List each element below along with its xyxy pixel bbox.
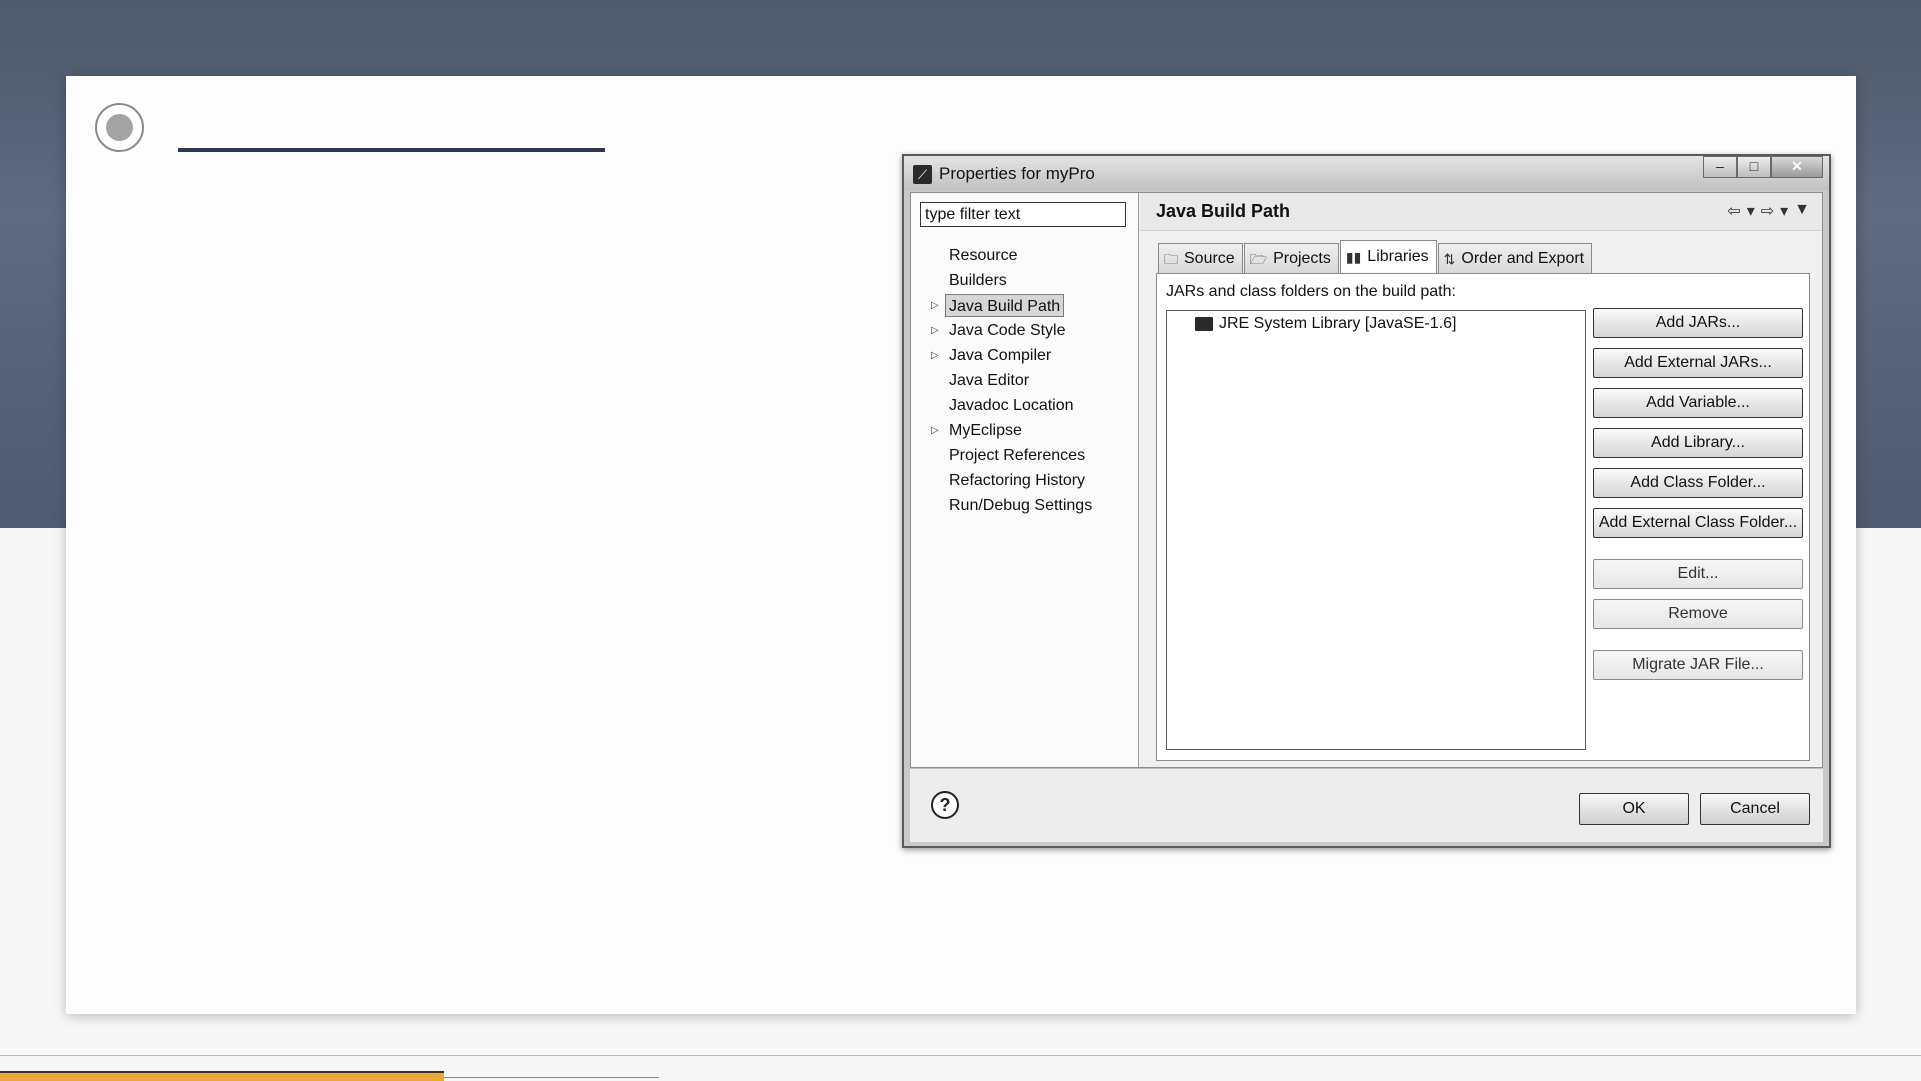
footer-accent-bar xyxy=(0,1071,444,1081)
add-library-button[interactable]: Add Library... xyxy=(1593,428,1803,458)
tab-source-label: Source xyxy=(1184,249,1235,267)
footer-thin-line xyxy=(444,1077,659,1078)
tree-item-resource[interactable]: Resource xyxy=(949,244,1017,267)
page-header: Java Build Path ⇦ ▾ ⇨ ▾ ▼ xyxy=(1140,193,1822,231)
view-menu-icon[interactable]: ▼ xyxy=(1794,201,1810,221)
list-item[interactable]: JRE System Library [JavaSE-1.6] xyxy=(1195,315,1456,333)
back-dropdown-icon[interactable]: ▾ xyxy=(1747,201,1755,221)
bullet-circle-icon xyxy=(95,103,144,152)
build-path-tabs: 🗀 Source 🗁 Projects ▮▮ Libraries ⇅ Order… xyxy=(1158,240,1593,273)
filter-input[interactable] xyxy=(920,202,1126,227)
libraries-list[interactable]: JRE System Library [JavaSE-1.6] xyxy=(1166,310,1586,750)
tab-libraries-label: Libraries xyxy=(1367,248,1429,265)
maximize-button[interactable]: □ xyxy=(1737,156,1771,178)
tree-item-project-references[interactable]: Project References xyxy=(949,444,1085,467)
title-underline xyxy=(178,148,605,152)
tree-item-java-editor[interactable]: Java Editor xyxy=(949,369,1029,392)
library-label: JRE System Library [JavaSE-1.6] xyxy=(1219,315,1457,332)
forward-dropdown-icon[interactable]: ▾ xyxy=(1780,201,1788,221)
add-class-folder-button[interactable]: Add Class Folder... xyxy=(1593,468,1803,498)
dialog-content: ▷ ▷ ▷ ▷ Resource Builders Java Build Pat… xyxy=(910,192,1823,768)
cancel-button[interactable]: Cancel xyxy=(1700,793,1810,825)
tree-item-refactoring-history[interactable]: Refactoring History xyxy=(949,469,1085,492)
migrate-jar-button[interactable]: Migrate JAR File... xyxy=(1593,650,1803,680)
expand-java-compiler-icon[interactable]: ▷ xyxy=(931,319,943,342)
page-navigation: ⇦ ▾ ⇨ ▾ ▼ xyxy=(1727,201,1810,221)
properties-dialog: ⟋ Properties for myPro – □ ✕ ▷ ▷ ▷ ▷ Res… xyxy=(902,154,1831,848)
page-title: Java Build Path xyxy=(1156,201,1291,221)
back-arrow-icon[interactable]: ⇦ xyxy=(1727,201,1740,221)
tab-projects-label: Projects xyxy=(1273,249,1331,267)
tab-order-export-label: Order and Export xyxy=(1461,249,1585,267)
tab-projects[interactable]: 🗁 Projects xyxy=(1243,243,1339,273)
tree-item-myeclipse[interactable]: MyEclipse xyxy=(949,419,1022,442)
remove-button[interactable]: Remove xyxy=(1593,599,1803,629)
libraries-tab-body: JARs and class folders on the build path… xyxy=(1156,273,1810,761)
tree-item-java-code-style[interactable]: Java Code Style xyxy=(949,319,1066,342)
dialog-button-bar: ? OK Cancel xyxy=(910,768,1823,842)
tree-item-run-debug-settings[interactable]: Run/Debug Settings xyxy=(949,494,1092,517)
dialog-titlebar[interactable]: ⟋ Properties for myPro – □ ✕ xyxy=(904,156,1829,190)
help-icon[interactable]: ? xyxy=(931,791,959,819)
expand-java-code-style-icon[interactable]: ▷ xyxy=(931,294,943,317)
add-jars-button[interactable]: Add JARs... xyxy=(1593,308,1803,338)
add-external-jars-button[interactable]: Add External JARs... xyxy=(1593,348,1803,378)
expand-myeclipse-icon[interactable]: ▷ xyxy=(931,419,943,442)
order-export-icon: ⇅ xyxy=(1443,250,1456,267)
tree-item-builders[interactable]: Builders xyxy=(949,269,1007,292)
minimize-button[interactable]: – xyxy=(1703,156,1737,178)
library-jar-icon xyxy=(1195,317,1213,331)
tree-item-javadoc-location[interactable]: Javadoc Location xyxy=(949,394,1074,417)
bullet-dot xyxy=(106,114,133,141)
add-external-class-folder-button[interactable]: Add External Class Folder... xyxy=(1593,508,1803,538)
tab-source[interactable]: 🗀 Source xyxy=(1158,243,1243,273)
close-button[interactable]: ✕ xyxy=(1771,156,1823,178)
edit-button[interactable]: Edit... xyxy=(1593,559,1803,589)
window-controls: – □ ✕ xyxy=(1703,156,1823,178)
ok-button[interactable]: OK xyxy=(1579,793,1689,825)
tree-item-java-build-path[interactable]: Java Build Path xyxy=(945,294,1065,317)
libraries-description: JARs and class folders on the build path… xyxy=(1166,283,1456,300)
add-variable-button[interactable]: Add Variable... xyxy=(1593,388,1803,418)
projects-folder-icon: 🗁 xyxy=(1249,250,1268,267)
forward-arrow-icon[interactable]: ⇨ xyxy=(1761,201,1774,221)
tab-order-and-export[interactable]: ⇅ Order and Export xyxy=(1437,243,1593,273)
property-page: Java Build Path ⇦ ▾ ⇨ ▾ ▼ 🗀 Source 🗁 Pro… xyxy=(1140,193,1822,767)
libraries-icon: ▮▮ xyxy=(1345,249,1362,265)
expand-java-editor-icon[interactable]: ▷ xyxy=(931,344,943,367)
footer-divider xyxy=(0,1055,1921,1056)
tab-libraries[interactable]: ▮▮ Libraries xyxy=(1339,240,1437,273)
source-folder-icon: 🗀 xyxy=(1164,250,1178,267)
preferences-tree-pane: ▷ ▷ ▷ ▷ Resource Builders Java Build Pat… xyxy=(911,193,1139,767)
eclipse-app-icon: ⟋ xyxy=(913,165,932,184)
tree-item-java-compiler[interactable]: Java Compiler xyxy=(949,344,1051,367)
dialog-title: Properties for myPro xyxy=(939,164,1095,183)
